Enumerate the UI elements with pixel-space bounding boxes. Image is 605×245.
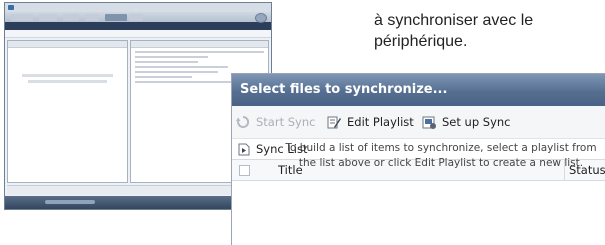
thumb-list-row [135, 56, 208, 58]
app-icon [8, 5, 14, 10]
sync-toolbar: Start Sync Edit Playlist Set up Sync [232, 106, 605, 139]
thumb-pane-message-line [28, 80, 107, 83]
thumb-title-bar [5, 3, 271, 12]
setup-sync-label: Set up Sync [442, 115, 511, 129]
caption-line: périphérique. [374, 33, 468, 50]
sync-list-icon [238, 143, 250, 155]
start-sync-label: Start Sync [256, 115, 316, 129]
thumb-list-row [135, 51, 264, 53]
thumb-tab-bar [5, 12, 271, 23]
edit-playlist-label: Edit Playlist [347, 115, 414, 129]
thumb-list-row [135, 66, 228, 68]
thumb-pane-header [131, 41, 268, 48]
thumb-panes [7, 40, 269, 183]
thumb-pane-header [8, 41, 127, 48]
sync-icon [236, 115, 250, 128]
thumb-tab [63, 14, 79, 21]
thumb-search-orb [255, 13, 267, 23]
caption-line: à synchroniser avec le [374, 12, 534, 29]
thumb-tab [129, 14, 143, 21]
thumb-banner [5, 22, 271, 30]
thumb-list-row [135, 71, 218, 73]
select-all-checkbox[interactable] [239, 165, 250, 176]
thumb-tab [11, 14, 33, 21]
empty-message-line: the list above or click Edit Playlist to… [298, 157, 584, 169]
edit-playlist-button[interactable]: Edit Playlist [327, 114, 414, 130]
thumb-list-row [135, 76, 192, 78]
start-sync-button[interactable]: Start Sync [236, 114, 315, 130]
thumb-player-controls [45, 200, 95, 204]
dialog-title: Select files to synchronize... [232, 74, 605, 106]
thumb-pane-message-line [22, 74, 113, 77]
edit-playlist-icon [327, 116, 341, 129]
setup-sync-icon [422, 116, 436, 129]
thumb-toolbar [5, 30, 271, 38]
thumb-status-bar [7, 185, 269, 195]
thumb-tab [39, 14, 57, 21]
empty-list-message: To build a list of items to synchronize,… [271, 141, 605, 171]
empty-message-line: To build a list of items to synchronize,… [285, 142, 597, 154]
thumb-left-pane [7, 40, 128, 183]
caption: à synchroniser avec le périphérique. [374, 10, 599, 52]
setup-sync-button[interactable]: Set up Sync [422, 114, 511, 130]
thumb-tab-sync [105, 14, 127, 21]
thumb-list-row [135, 61, 198, 63]
thumb-tab [85, 14, 99, 21]
